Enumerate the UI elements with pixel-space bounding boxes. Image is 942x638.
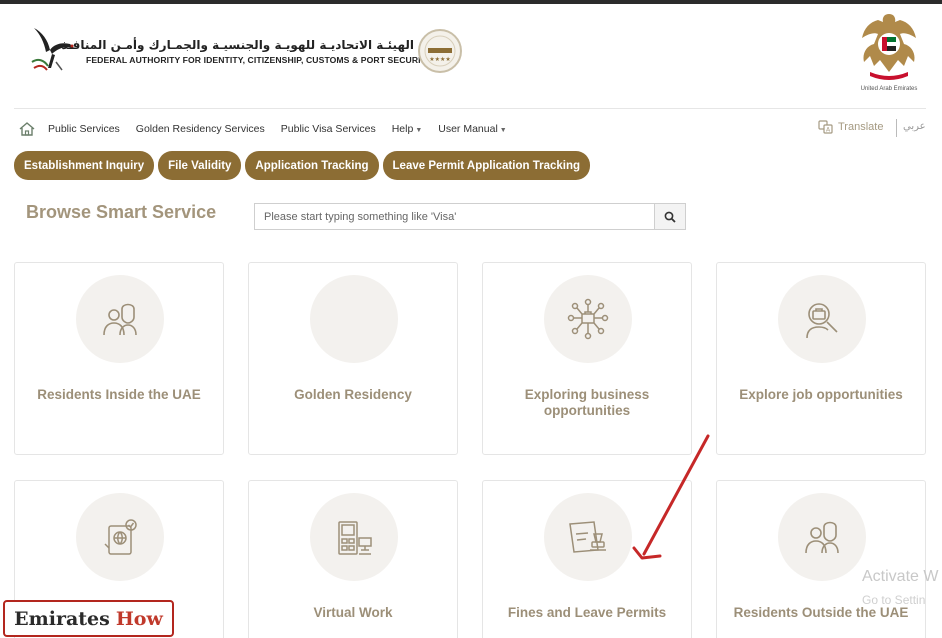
nav-golden-residency-services[interactable]: Golden Residency Services xyxy=(136,123,265,135)
card-label: Residents Inside the UAE xyxy=(37,387,201,402)
svg-text:★★★★: ★★★★ xyxy=(429,56,451,63)
service-search xyxy=(254,203,686,230)
red-arrow-annotation xyxy=(632,434,710,560)
service-card-residents-outside[interactable]: Residents Outside the UAE xyxy=(716,480,926,638)
application-tracking-button[interactable]: Application Tracking xyxy=(245,151,379,180)
nav-label: Golden Residency Services xyxy=(135,123,265,135)
card-label: Virtual Work xyxy=(313,605,393,620)
card-label: Explore job opportunities xyxy=(739,387,903,402)
emirates-how-watermark: Emirates How xyxy=(3,600,174,637)
passport-check-icon xyxy=(76,493,164,581)
windows-settings-watermark: Go to Settin xyxy=(862,593,926,607)
service-search-input[interactable] xyxy=(255,204,654,229)
business-network-icon xyxy=(544,275,632,363)
residents-icon xyxy=(76,275,164,363)
card-label: Golden Residency xyxy=(294,387,412,402)
nav-public-visa-services[interactable]: Public Visa Services xyxy=(281,123,376,135)
watermark-word-1: Emirates xyxy=(14,607,110,630)
nav-public-services[interactable]: Public Services xyxy=(48,123,120,135)
home-icon[interactable] xyxy=(18,121,36,137)
nav-separator xyxy=(896,119,897,137)
service-card-business-opportunities[interactable]: Exploring business opportunities xyxy=(482,262,692,455)
service-card-golden-residency[interactable]: Golden Residency xyxy=(248,262,458,455)
authority-name-english: FEDERAL AUTHORITY FOR IDENTITY, CITIZENS… xyxy=(86,55,432,65)
star-rating-seal-icon: ★★★★ xyxy=(418,29,462,73)
nav-user-manual-dropdown[interactable]: User Manual ▼ xyxy=(438,123,506,135)
translate-icon: A xyxy=(818,120,833,134)
emblem-caption: United Arab Emirates xyxy=(860,86,918,92)
search-icon xyxy=(664,211,676,223)
virtual-work-icon xyxy=(310,493,398,581)
service-card-residents-inside[interactable]: Residents Inside the UAE xyxy=(14,262,224,455)
authority-name-arabic: الهيئـة الاتحاديـة للهويـة والجنسيـة وال… xyxy=(61,38,414,52)
uae-emblem-icon xyxy=(862,14,916,80)
translate-label: Translate xyxy=(838,121,884,133)
establishment-inquiry-button[interactable]: Establishment Inquiry xyxy=(14,151,155,180)
header-divider xyxy=(14,108,926,109)
nav-label: User Manual xyxy=(438,123,498,135)
leave-permit-tracking-button[interactable]: Leave Permit Application Tracking xyxy=(382,151,590,180)
main-nav: Public Services Golden Residency Service… xyxy=(18,120,523,138)
residents-outside-icon xyxy=(778,493,866,581)
nav-label: Public Visa Services xyxy=(280,123,376,135)
caret-down-icon: ▼ xyxy=(499,127,507,134)
translate-button[interactable]: A Translate xyxy=(818,120,883,134)
caret-down-icon: ▼ xyxy=(415,127,423,134)
stamp-document-icon xyxy=(544,493,632,581)
browse-title: Browse Smart Service xyxy=(26,202,217,222)
job-search-icon xyxy=(778,275,866,363)
nav-label: Help xyxy=(391,123,414,135)
arabic-language-link[interactable]: عربي xyxy=(903,121,926,132)
card-label: Fines and Leave Permits xyxy=(507,605,667,620)
card-label: Exploring business opportunities xyxy=(524,387,650,418)
watermark-word-2: How xyxy=(115,607,163,630)
nav-help-dropdown[interactable]: Help ▼ xyxy=(392,123,423,135)
service-card-job-opportunities[interactable]: Explore job opportunities xyxy=(716,262,926,455)
golden-residency-icon xyxy=(310,275,398,363)
windows-activate-watermark: Activate W xyxy=(862,568,939,585)
top-dark-bar xyxy=(0,0,942,4)
nav-label: Public Services xyxy=(48,123,120,135)
service-card-virtual-work[interactable]: Virtual Work xyxy=(248,480,458,638)
file-validity-button[interactable]: File Validity xyxy=(158,151,242,180)
card-label: Residents Outside the UAE xyxy=(733,605,909,620)
quick-links: Establishment Inquiry File Validity Appl… xyxy=(14,151,594,180)
search-button[interactable] xyxy=(654,204,685,229)
